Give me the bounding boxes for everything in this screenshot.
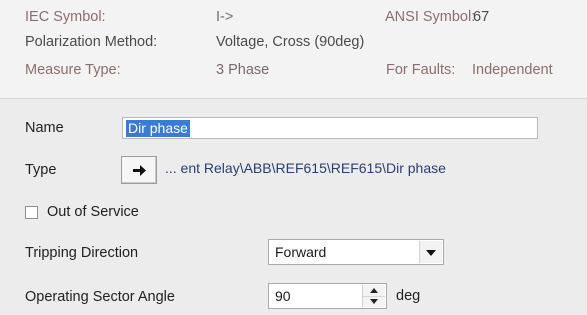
for-faults-value: Independent xyxy=(472,62,553,78)
operating-sector-label: Operating Sector Angle xyxy=(25,289,175,305)
measure-type-label: Measure Type: xyxy=(25,62,121,78)
tripping-direction-value: Forward xyxy=(275,244,327,260)
operating-sector-spinner[interactable]: 90 xyxy=(268,283,387,309)
measure-type-value: 3 Phase xyxy=(216,62,270,78)
iec-symbol-label: IEC Symbol: xyxy=(25,9,106,25)
operating-sector-value[interactable]: 90 xyxy=(275,288,291,304)
type-path[interactable]: ... ent Relay\ABB\REF615\REF615\Dir phas… xyxy=(165,160,446,176)
operating-sector-unit: deg xyxy=(396,288,421,304)
ansi-symbol-label: ANSI Symbol: xyxy=(385,9,476,25)
ansi-symbol-value: 67 xyxy=(473,9,490,25)
tripping-direction-label: Tripping Direction xyxy=(25,245,139,261)
for-faults-label: For Faults: xyxy=(386,62,456,78)
spin-buttons xyxy=(362,285,385,307)
arrow-right-icon xyxy=(133,165,146,176)
type-label: Type xyxy=(25,162,57,178)
name-value-selection: Dir phase xyxy=(126,120,190,137)
type-select-button[interactable] xyxy=(121,156,157,184)
info-panel: IEC Symbol: I-> ANSI Symbol: 67 Polariza… xyxy=(0,0,587,98)
spin-down-icon[interactable] xyxy=(363,296,385,307)
name-label: Name xyxy=(25,120,64,136)
divider xyxy=(0,98,587,99)
polarization-label: Polarization Method: xyxy=(25,34,158,50)
iec-symbol-value: I-> xyxy=(216,9,234,25)
chevron-down-icon[interactable] xyxy=(419,241,442,263)
tripping-direction-select[interactable]: Forward xyxy=(268,239,444,265)
name-input[interactable]: Dir phase xyxy=(122,117,538,139)
out-of-service-label[interactable]: Out of Service xyxy=(47,204,139,220)
polarization-value: Voltage, Cross (90deg) xyxy=(216,34,365,50)
out-of-service-checkbox[interactable] xyxy=(25,206,38,219)
